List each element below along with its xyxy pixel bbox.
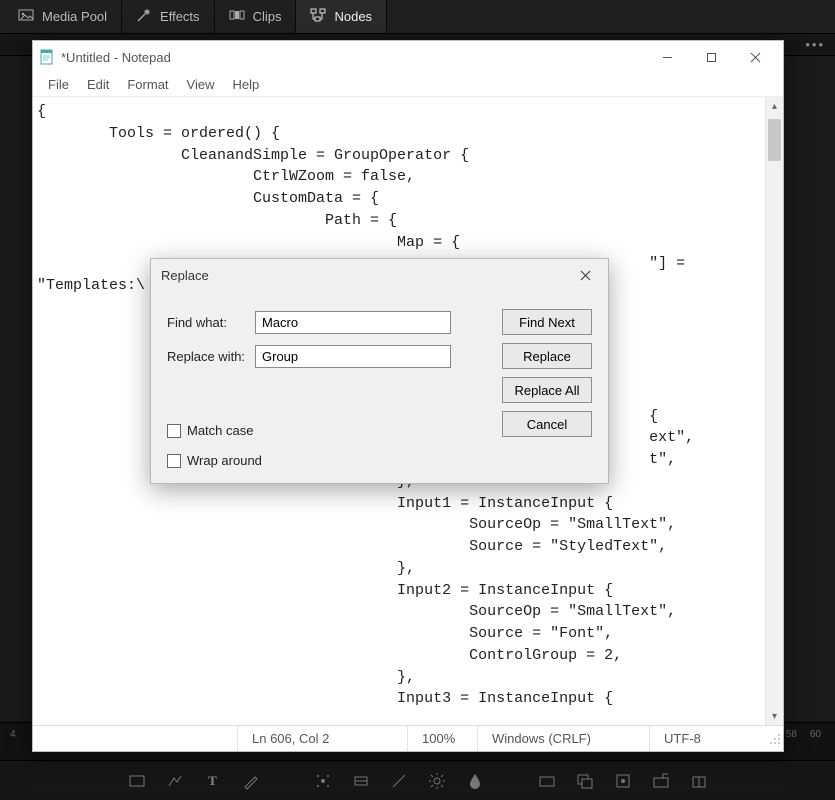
nodes-icon [310,7,326,26]
media-pool-icon [18,7,34,26]
match-case-label: Match case [187,423,253,438]
menu-view[interactable]: View [180,75,222,94]
tool-icon-1[interactable] [128,772,146,790]
resize-grip[interactable] [765,731,783,747]
close-button[interactable] [733,43,777,71]
status-encoding: UTF-8 [649,726,765,751]
tool-icon-14[interactable] [690,772,708,790]
brightness-icon[interactable] [428,772,446,790]
tab-effects[interactable]: Effects [122,0,215,33]
replace-all-button[interactable]: Replace All [502,377,592,403]
wrap-around-checkbox[interactable] [167,454,181,468]
status-position: Ln 606, Col 2 [237,726,407,751]
tool-icon-12[interactable] [614,772,632,790]
tab-label: Nodes [334,9,372,24]
app-tab-bar: Media Pool Effects Clips Nodes [0,0,835,34]
replace-button[interactable]: Replace [502,343,592,369]
vertical-scrollbar[interactable]: ▴ ▾ [765,97,783,725]
tool-icon-11[interactable] [576,772,594,790]
tool-icon-10[interactable] [538,772,556,790]
status-zoom: 100% [407,726,477,751]
replace-dialog-titlebar[interactable]: Replace [151,259,608,291]
match-case-checkbox[interactable] [167,424,181,438]
maximize-button[interactable] [689,43,733,71]
clips-icon [229,7,245,26]
menu-file[interactable]: File [41,75,76,94]
tool-icon-5[interactable] [314,772,332,790]
status-line-ending: Windows (CRLF) [477,726,649,751]
replace-close-button[interactable] [572,262,598,288]
timeline-num: 60 [810,729,821,740]
replace-with-input[interactable] [255,345,451,368]
effects-icon [136,7,152,26]
tab-clips[interactable]: Clips [215,0,297,33]
find-next-button[interactable]: Find Next [502,309,592,335]
minimize-button[interactable] [645,43,689,71]
tab-media-pool[interactable]: Media Pool [4,0,122,33]
timeline-num: 58 [786,729,797,740]
tab-label: Media Pool [42,9,107,24]
tool-icon-13[interactable] [652,772,670,790]
tab-label: Clips [253,9,282,24]
menu-edit[interactable]: Edit [80,75,116,94]
tool-icon-2[interactable] [166,772,184,790]
text-tool-icon[interactable]: T [204,772,222,790]
notepad-menubar: File Edit Format View Help [33,73,783,97]
menu-help[interactable]: Help [225,75,266,94]
tab-nodes[interactable]: Nodes [296,0,387,33]
replace-dialog: Replace Find what: Replace with: Find Ne… [150,258,609,484]
notepad-titlebar[interactable]: *Untitled - Notepad [33,41,783,73]
menu-format[interactable]: Format [120,75,175,94]
replace-with-label: Replace with: [167,349,255,364]
bottom-toolbar: T [0,760,835,800]
timeline-num: 4 [10,729,16,740]
notepad-app-icon [39,49,55,65]
find-what-input[interactable] [255,311,451,334]
drop-icon[interactable] [466,772,484,790]
replace-dialog-title: Replace [161,268,209,283]
tool-icon-7[interactable] [390,772,408,790]
tab-label: Effects [160,9,200,24]
scroll-thumb[interactable] [768,119,781,161]
notepad-statusbar: Ln 606, Col 2 100% Windows (CRLF) UTF-8 [33,725,783,751]
cancel-button[interactable]: Cancel [502,411,592,437]
tool-icon-6[interactable] [352,772,370,790]
brush-icon[interactable] [242,772,260,790]
scroll-up-arrow[interactable]: ▴ [766,97,783,115]
more-icon[interactable]: ••• [805,37,825,52]
scroll-down-arrow[interactable]: ▾ [766,707,783,725]
find-what-label: Find what: [167,315,255,330]
wrap-around-label: Wrap around [187,453,262,468]
notepad-title-text: *Untitled - Notepad [61,50,171,65]
